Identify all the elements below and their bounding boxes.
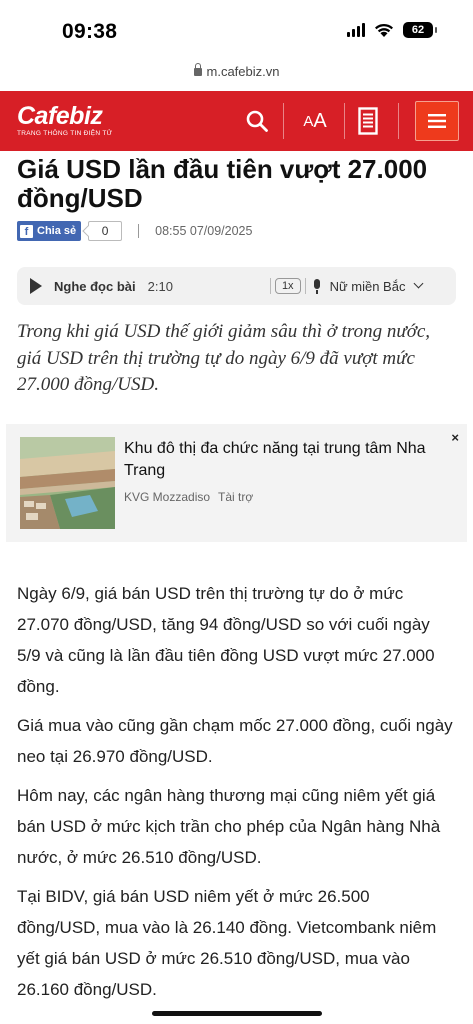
search-button[interactable] (237, 101, 277, 141)
logo-text: Cafebiz (17, 102, 103, 130)
article-paragraph: Tại BIDV, giá bán USD niêm yết ở mức 26.… (17, 887, 437, 999)
font-size-small-label: A (303, 112, 314, 130)
logo-tagline: TRANG THÔNG TIN ĐIỆN TỬ (17, 130, 113, 137)
audio-player: Nghe đọc bài 2:10 1x Nữ miền Bắc (17, 267, 456, 305)
signal-icon (347, 23, 365, 37)
voice-select[interactable]: Nữ miền Bắc (330, 279, 406, 294)
close-icon[interactable]: × (451, 430, 459, 445)
ad-image[interactable] (20, 437, 115, 529)
share-row: f Chia sẻ 0 08:55 07/09/2025 (17, 221, 252, 241)
font-size-large-label: A (313, 109, 327, 132)
document-button[interactable] (350, 101, 386, 141)
sponsored-ad[interactable]: Khu đô thị đa chức năng tại trung tâm Nh… (6, 424, 467, 542)
ad-meta: KVG Mozzadiso Tài trợ (124, 490, 253, 504)
menu-button[interactable] (415, 101, 459, 141)
article-paragraph: Giá mua vào cũng gần chạm mốc 27.000 đồn… (17, 716, 453, 766)
speed-button[interactable]: 1x (274, 278, 301, 294)
font-size-button[interactable]: AA (292, 101, 338, 141)
chevron-down-icon[interactable] (414, 278, 424, 288)
status-icons: 62 (347, 22, 437, 38)
article-sapo: Trong khi giá USD thế giới giảm sâu thì … (17, 321, 431, 395)
battery-icon: 62 (403, 22, 437, 38)
status-time: 09:38 (62, 20, 118, 43)
article-title: Giá USD lần đầu tiên vượt 27.000 đồng/US… (17, 154, 428, 213)
share-count: 0 (88, 221, 123, 241)
ad-title[interactable]: Khu đô thị đa chức năng tại trung tâm Nh… (124, 438, 434, 482)
share-label: Chia sẻ (37, 225, 77, 237)
audio-label[interactable]: Nghe đọc bài (54, 279, 136, 294)
article-paragraph: Ngày 6/9, giá bán USD trên thị trường tự… (17, 584, 435, 696)
article-body: Ngày 6/9, giá bán USD trên thị trường tự… (17, 578, 457, 1013)
site-header: Cafebiz TRANG THÔNG TIN ĐIỆN TỬ AA (0, 91, 473, 151)
ad-sponsored-label: Tài trợ (218, 490, 254, 504)
publish-date: 08:55 07/09/2025 (155, 224, 253, 238)
menu-icon (428, 114, 446, 128)
ad-advertiser: KVG Mozzadiso (124, 490, 211, 504)
url-bar[interactable]: m.cafebiz.vn (0, 63, 473, 79)
search-icon (246, 110, 268, 132)
article-paragraph: Hôm nay, các ngân hàng thương mại cũng n… (17, 786, 441, 867)
audio-duration: 2:10 (147, 278, 173, 294)
play-icon[interactable] (30, 278, 42, 294)
home-indicator[interactable] (152, 1011, 322, 1016)
lock-icon (193, 63, 202, 76)
microphone-icon (313, 279, 320, 294)
status-bar: 09:38 62 (0, 0, 473, 62)
document-icon (358, 107, 378, 135)
facebook-icon: f (20, 224, 33, 238)
facebook-share-button[interactable]: f Chia sẻ (17, 221, 82, 241)
wifi-icon (375, 23, 393, 37)
site-logo[interactable]: Cafebiz TRANG THÔNG TIN ĐIỆN TỬ (17, 103, 113, 137)
url-text: m.cafebiz.vn (206, 64, 280, 79)
